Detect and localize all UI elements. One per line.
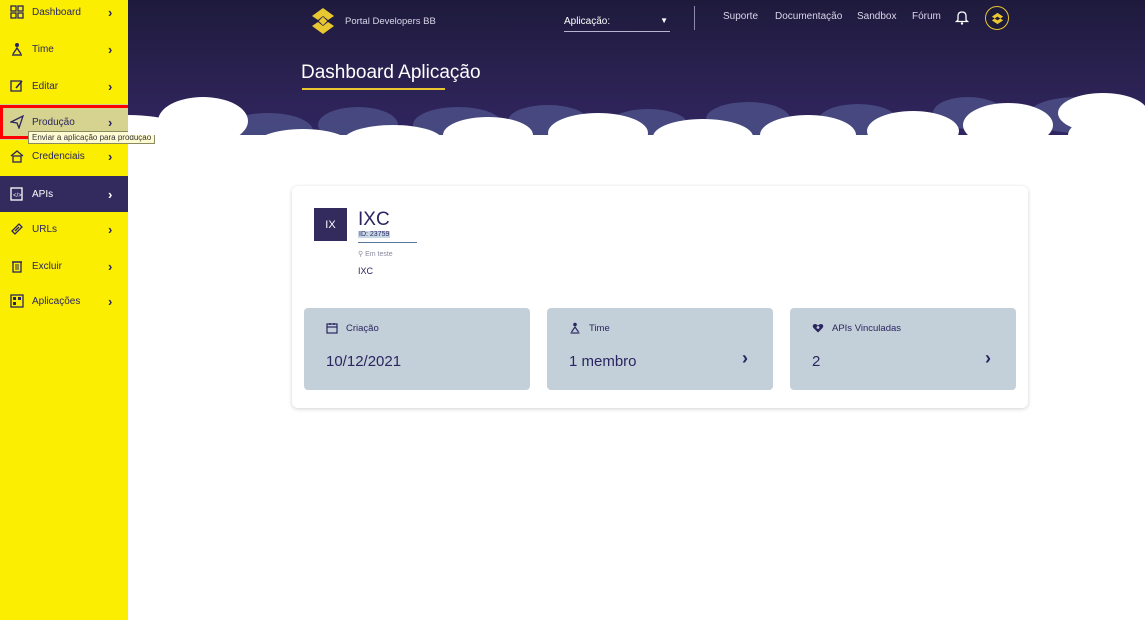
link-documentacao[interactable]: Documentação	[775, 11, 842, 22]
sidebar-item-label: Time	[32, 43, 54, 55]
header-divider	[694, 6, 695, 30]
home-key-icon	[10, 149, 24, 163]
sidebar-item-urls[interactable]: URLs ›	[0, 211, 128, 247]
bell-icon[interactable]	[954, 9, 970, 25]
chevron-right-icon: ›	[108, 4, 113, 20]
sidebar-item-label: Aplicações	[32, 295, 81, 307]
app-avatar: IX	[314, 208, 347, 241]
user-avatar[interactable]	[985, 6, 1009, 30]
application-select[interactable]: Aplicação: ▼	[564, 12, 670, 32]
application-card: IX IXC ID: 23759 ⚲ Em teste IXC Criação …	[292, 186, 1028, 408]
calendar-icon	[326, 323, 338, 334]
stat-criacao: Criação 10/12/2021	[304, 308, 530, 390]
app-status-label: Em teste	[365, 251, 393, 258]
brand-name: Portal Developers BB	[345, 15, 436, 27]
chevron-right-icon: ›	[108, 78, 113, 94]
application-select-label: Aplicação:	[564, 16, 611, 27]
stat-value: 2	[812, 353, 821, 370]
brand[interactable]: Portal Developers BB	[308, 6, 436, 36]
bb-logo-icon	[312, 8, 334, 34]
sidebar-item-label: Editar	[32, 80, 59, 92]
sidebar: Dashboard › Time › Editar › Produção › C…	[0, 0, 128, 620]
caret-down-icon: ▼	[660, 16, 668, 25]
trash-icon	[10, 259, 24, 273]
chevron-right-icon: ›	[108, 148, 113, 164]
sidebar-item-apis[interactable]: </> APIs ›	[0, 176, 128, 212]
link-suporte[interactable]: Suporte	[723, 11, 758, 22]
app-id: ID: 23759	[358, 231, 391, 238]
sidebar-item-label: Credenciais	[32, 150, 85, 162]
team-icon	[10, 42, 24, 56]
sidebar-item-label: Excluir	[32, 260, 63, 272]
app-name: IXC	[358, 209, 390, 230]
stat-value: 1 membro	[569, 353, 637, 370]
stat-label-text: Time	[589, 322, 610, 334]
chevron-right-icon: ›	[108, 114, 113, 130]
chevron-right-icon: ›	[108, 41, 113, 57]
page-title: Dashboard Aplicação	[301, 62, 481, 83]
app-description: IXC	[358, 266, 374, 276]
stat-value: 10/12/2021	[326, 353, 402, 370]
stat-time[interactable]: Time 1 membro ›	[547, 308, 773, 390]
sidebar-item-editar[interactable]: Editar ›	[0, 68, 128, 104]
applications-icon	[10, 294, 24, 308]
stat-label-text: APIs Vinculadas	[832, 322, 902, 334]
link-forum[interactable]: Fórum	[912, 11, 941, 22]
link-icon	[10, 222, 24, 236]
team-icon	[570, 322, 580, 334]
sidebar-item-label: Dashboard	[32, 6, 81, 18]
dashboard-grid-icon	[10, 5, 24, 19]
svg-text:</>: </>	[13, 193, 22, 199]
heart-api-icon	[812, 323, 824, 333]
sidebar-item-time[interactable]: Time ›	[0, 31, 128, 67]
chevron-right-icon: ›	[108, 258, 113, 274]
stat-label-text: Criação	[346, 322, 379, 334]
sidebar-item-label: URLs	[32, 223, 58, 235]
chevron-right-icon: ›	[108, 293, 113, 309]
chevron-right-icon[interactable]: ›	[742, 348, 748, 369]
link-sandbox[interactable]: Sandbox	[857, 11, 896, 22]
chevron-right-icon: ›	[108, 221, 113, 237]
chevron-right-icon: ›	[108, 186, 113, 202]
api-icon: </>	[10, 187, 24, 201]
sidebar-item-aplicacoes[interactable]: Aplicações ›	[0, 283, 128, 319]
stat-label: Criação	[326, 322, 379, 334]
clouds-decoration	[128, 93, 1145, 135]
edit-icon	[10, 79, 24, 93]
header: Portal Developers BB Aplicação: ▼ Suport…	[128, 0, 1145, 135]
stat-label: APIs Vinculadas	[812, 322, 901, 334]
sidebar-item-label: Produção	[32, 116, 75, 128]
stat-label: Time	[569, 322, 610, 334]
sidebar-item-excluir[interactable]: Excluir ›	[0, 248, 128, 284]
chevron-right-icon[interactable]: ›	[985, 348, 991, 369]
app-status: ⚲ Em teste	[358, 250, 393, 258]
send-icon	[10, 115, 24, 129]
sidebar-item-label: APIs	[32, 188, 54, 200]
stat-apis-vinculadas[interactable]: APIs Vinculadas 2 ›	[790, 308, 1016, 390]
app-name-underline	[358, 242, 417, 243]
sidebar-item-dashboard[interactable]: Dashboard ›	[0, 0, 128, 30]
bb-logo-icon	[991, 12, 1003, 24]
